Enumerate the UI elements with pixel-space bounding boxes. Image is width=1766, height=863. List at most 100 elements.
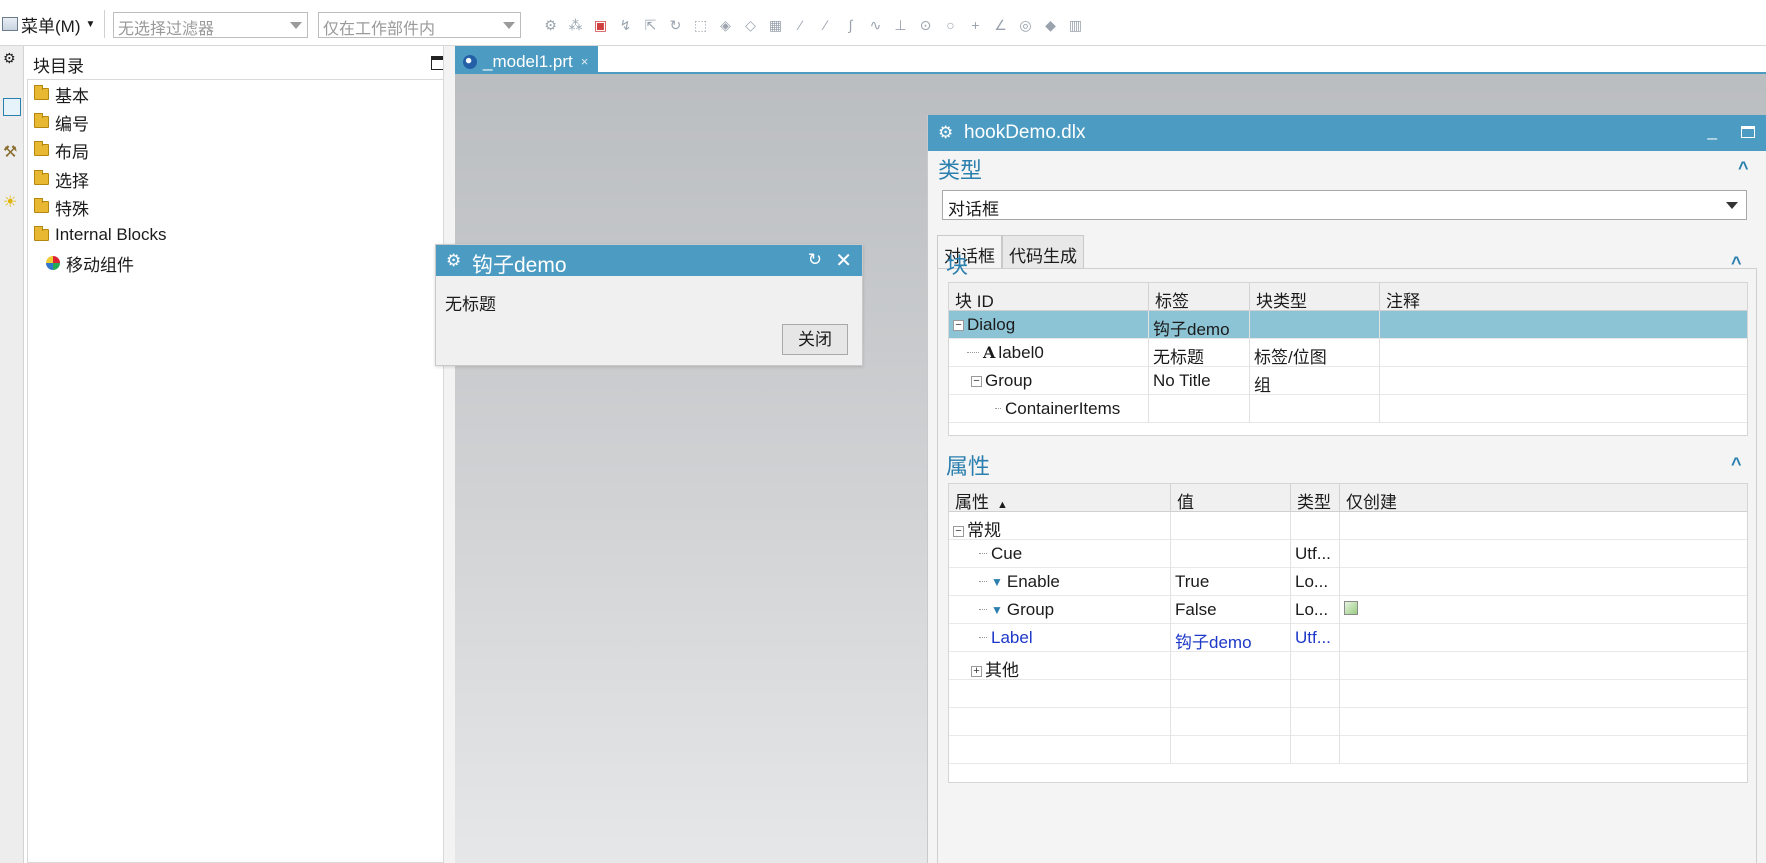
block-id-cell: − Group [949,367,1149,395]
empty-cell [1291,680,1340,708]
empty-cell [1291,708,1340,736]
close-button[interactable]: 关闭 [782,324,848,355]
hook-demo-label: 无标题 [445,295,496,314]
component-icon [46,256,60,270]
reset-icon[interactable]: ↻ [808,250,822,270]
gear-icon[interactable]: ⚙ [3,50,21,68]
property-value-cell[interactable] [1171,540,1291,568]
filter-icon[interactable]: ◆ [1042,17,1059,34]
table-row[interactable]: − Group No Title 组 [949,367,1747,395]
select-icon[interactable]: ▣ [592,17,609,34]
tab-code-generation[interactable]: 代码生成 [1002,235,1084,269]
move-icon[interactable]: ⇱ [642,17,659,34]
block-styler-titlebar[interactable]: ⚙ hookDemo.dlx _ [928,115,1766,151]
close-icon[interactable]: × [581,54,589,69]
block-label-cell: 钩子demo [1149,311,1250,339]
column-header[interactable]: 仅创建 [1340,484,1747,512]
curve-icon[interactable]: ↯ [617,17,634,34]
table-row[interactable]: Label 钩子demo Utf... [949,624,1747,652]
column-header[interactable]: 块 ID [949,283,1149,311]
collapse-icon[interactable]: − [953,526,964,537]
tree-item-numbering[interactable]: 编号 [34,108,89,136]
wave-icon[interactable]: ∿ [867,17,884,34]
block-note-cell [1380,311,1747,339]
box-select-icon[interactable]: ⬚ [692,17,709,34]
folder-icon [34,198,49,213]
chevron-down-icon [503,22,515,29]
snap-icon[interactable]: ⚙ [542,17,559,34]
tree-item-move-component[interactable]: 移动组件 [46,249,134,277]
toolbar-icon-row: ⚙ ⁂ ▣ ↯ ⇱ ↻ ⬚ ◈ ◇ ▦ ⁄ ∕ ∫ ∿ ⊥ ⊙ ○ + ∠ ◎ … [542,14,1084,36]
block-label-cell: 无标题 [1149,339,1250,367]
view-icon[interactable]: ◈ [717,17,734,34]
create-only-checkbox-icon[interactable] [1344,601,1358,615]
maximize-icon[interactable] [1741,126,1755,138]
tree-item-layout[interactable]: 布局 [34,136,89,164]
top-toolbar: 菜单(M) ▼ 无选择过滤器 仅在工作部件内 ⚙ ⁂ ▣ ↯ ⇱ ↻ ⬚ ◈ ◇… [0,0,1766,46]
column-header[interactable]: 块类型 [1250,283,1380,311]
tangent-icon[interactable]: ∕ [817,17,834,34]
type-select-value: 对话框 [948,200,999,219]
collapse-icon[interactable]: − [971,376,982,387]
selection-filter-combo[interactable]: 无选择过滤器 [113,12,308,38]
tree-item-selection[interactable]: 选择 [34,165,89,193]
column-header[interactable]: 标签 [1149,283,1250,311]
menu-label: 菜单(M) [21,16,81,36]
column-header[interactable]: 类型 [1291,484,1340,512]
plus-icon[interactable]: + [967,17,984,34]
spline-icon[interactable]: ∫ [842,17,859,34]
perpendicular-icon[interactable]: ⊥ [892,17,909,34]
collapse-icon[interactable]: ^ [1731,254,1747,272]
shade-icon[interactable]: ◇ [742,17,759,34]
alert-icon[interactable]: ☀ [3,192,21,211]
line-icon[interactable]: ⁄ [792,17,809,34]
assembly-navigator-icon[interactable]: ⚒ [3,142,21,161]
table-row[interactable]: ▼ Enable True Lo... [949,568,1747,596]
property-name-cell: ▼ Enable [949,568,1171,596]
hook-demo-titlebar[interactable]: ⚙ 钩子demo ↻ ✕ [436,245,862,277]
scope-combo[interactable]: 仅在工作部件内 [318,12,521,38]
table-row[interactable]: ContainerItems [949,395,1747,423]
collapse-icon[interactable]: ^ [1738,159,1754,177]
tree-item-internal-blocks[interactable]: Internal Blocks [34,221,167,249]
tree-item-special[interactable]: 特殊 [34,193,89,221]
tree-item-label: 移动组件 [66,255,134,275]
part-navigator-icon[interactable] [3,98,21,116]
center-icon[interactable]: ○ [942,17,959,34]
minimize-icon[interactable]: _ [1708,121,1717,141]
property-value-cell[interactable]: 钩子demo [1171,624,1291,652]
table-row[interactable]: − Dialog 钩子demo [949,311,1747,339]
inherit-arrow-icon: ▼ [991,603,1003,617]
tree-line [967,352,979,353]
table-row[interactable]: + 其他 [949,652,1747,680]
close-icon[interactable]: ✕ [835,248,852,273]
rotate-icon[interactable]: ↻ [667,17,684,34]
panel-splitter[interactable] [443,46,455,863]
circle-icon[interactable]: ⊙ [917,17,934,34]
cube-icon[interactable]: ▦ [767,17,784,34]
property-value-cell[interactable]: True [1171,568,1291,596]
grid-icon[interactable]: ▥ [1067,17,1084,34]
table-row[interactable]: Alabel0 无标题 标签/位图 [949,339,1747,367]
layer-icon[interactable]: ◎ [1017,17,1034,34]
table-row[interactable]: − 常规 [949,512,1747,540]
expand-icon[interactable]: + [971,666,982,677]
column-header[interactable]: 值 [1171,484,1291,512]
tree-item-basic[interactable]: 基本 [34,80,89,108]
point-icon[interactable]: ⁂ [567,17,584,34]
column-header[interactable]: 属性 ▲ [949,484,1171,512]
collapse-icon[interactable]: − [953,320,964,331]
property-value-cell[interactable]: False [1171,596,1291,624]
property-type-cell: Utf... [1291,624,1340,652]
block-catalog-title: 块目录 [33,57,84,76]
angle-icon[interactable]: ∠ [992,17,1009,34]
collapse-icon[interactable]: ^ [1731,455,1747,473]
table-row[interactable]: ▼ Group False Lo... [949,596,1747,624]
column-header[interactable]: 注释 [1380,283,1747,311]
block-label-cell: No Title [1149,367,1250,395]
menu-button[interactable]: 菜单(M) ▼ [2,12,95,36]
table-row[interactable]: Cue Utf... [949,540,1747,568]
type-select[interactable]: 对话框 [942,190,1747,220]
selection-filter-text: 无选择过滤器 [118,21,215,38]
tab-model1[interactable]: _model1.prt × [455,46,599,74]
